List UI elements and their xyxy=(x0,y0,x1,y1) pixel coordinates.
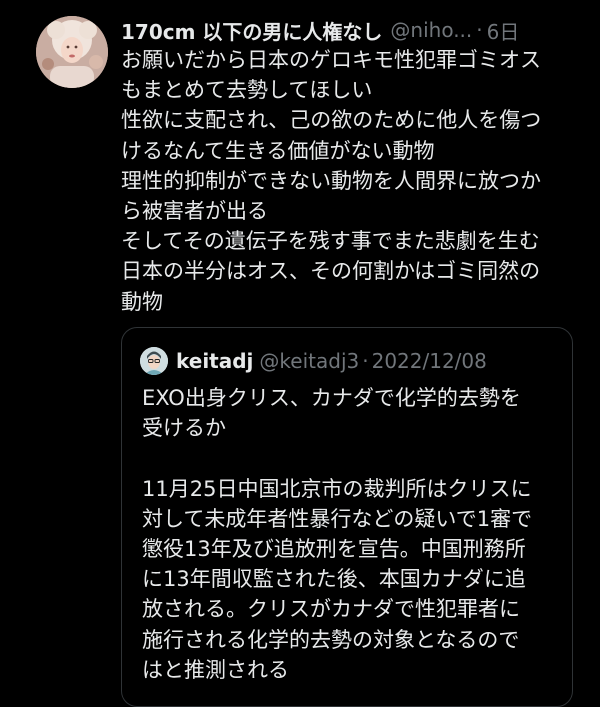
tweet-timestamp[interactable]: 6日 xyxy=(487,16,520,45)
quoted-separator-dot: · xyxy=(362,349,369,373)
quoted-tweet-text: EXO出身クリス、カナダで化学的去勢を 受けるか 11月25日中国北京市の裁判所… xyxy=(142,386,533,682)
tweet[interactable]: 170cm 以下の男に人権なし @niho... · 6日 お願いだから日本のゲ… xyxy=(0,0,600,707)
avatar-image xyxy=(36,16,108,88)
quoted-display-name: keitadj xyxy=(176,349,254,373)
user-handle[interactable]: @niho... xyxy=(390,18,472,42)
separator-dot: · xyxy=(476,18,483,42)
display-name[interactable]: 170cm 以下の男に人権なし xyxy=(121,16,382,45)
tweet-text: お願いだから日本のゲロキモ性犯罪ゴミオス もまとめて去勢してほしい 性欲に支配さ… xyxy=(121,48,542,314)
tweet-header: 170cm 以下の男に人権なし @niho... · 6日 xyxy=(121,14,591,46)
quoted-tweet[interactable]: keitadj @keitadj3 · 2022/12/08 EXO出身クリス、… xyxy=(121,327,573,707)
quoted-user-handle: @keitadj3 xyxy=(259,349,360,373)
quote-avatar-image xyxy=(140,347,168,375)
profile-avatar[interactable] xyxy=(36,16,108,88)
quote-profile-avatar xyxy=(140,347,168,375)
quoted-tweet-header: keitadj @keitadj3 · 2022/12/08 xyxy=(140,346,487,376)
quoted-timestamp: 2022/12/08 xyxy=(371,349,487,373)
